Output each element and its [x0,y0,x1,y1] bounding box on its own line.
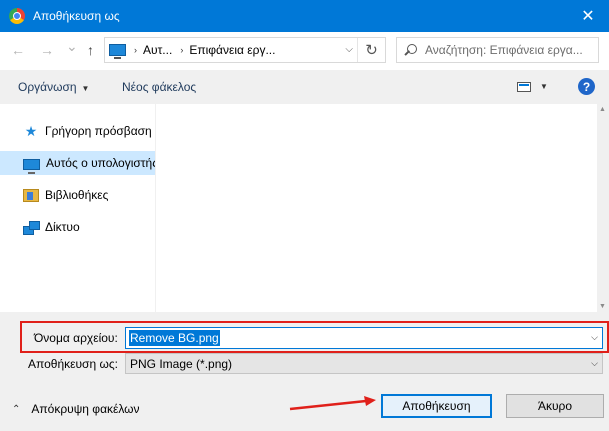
chevron-down-icon[interactable]: ⌵ [345,44,353,55]
hide-folders-toggle[interactable]: ⌃ Απόκρυψη φακέλων [12,402,140,416]
breadcrumb-item[interactable]: Αυτ... [143,43,172,57]
sidebar-item-label: Αυτός ο υπολογιστής [46,156,155,170]
organize-menu[interactable]: Οργάνωση ▼ [18,80,89,94]
scroll-down-icon[interactable]: ▼ [599,303,606,310]
dropdown-arrow-icon[interactable]: ▼ [540,82,548,91]
toolbar: Οργάνωση ▼ Νέος φάκελος ▼ ? [0,70,609,104]
organize-label: Οργάνωση [18,80,77,94]
computer-icon [23,158,40,174]
sidebar-item-libraries[interactable]: Βιβλιοθήκες [0,183,155,207]
forward-arrow-icon[interactable]: → [40,42,54,58]
save-as-type-value: PNG Image (*.png) [130,356,233,371]
sidebar-item-quick-access[interactable]: ★ Γρήγορη πρόσβαση [0,119,155,143]
search-box[interactable]: Αναζήτηση: Επιφάνεια εργα... [396,37,599,63]
chevron-up-icon: ⌃ [12,403,21,415]
filename-input[interactable]: Remove BG.png ⌵ [125,327,603,349]
refresh-icon[interactable]: ↻ [357,38,385,62]
title-bar: Αποθήκευση ως ✕ [0,0,609,32]
address-bar[interactable]: › Αυτ... › Επιφάνεια εργ... ⌵ ↻ [104,37,386,63]
dropdown-arrow-icon: ▼ [81,84,90,93]
sidebar-item-label: Δίκτυο [45,220,80,234]
save-button[interactable]: Αποθήκευση [381,394,492,418]
scroll-up-icon[interactable]: ▲ [599,106,606,113]
cancel-button[interactable]: Άκυρο [506,394,604,418]
annotation-arrow-icon [289,396,376,411]
sidebar-item-this-pc[interactable]: Αυτός ο υπολογιστής [0,151,155,175]
sidebar-item-network[interactable]: Δίκτυο [0,215,155,239]
save-form: Όνομα αρχείου: Remove BG.png ⌵ Αποθήκευσ… [0,312,609,431]
chevron-down-icon[interactable]: ⌵ [591,332,598,343]
libraries-icon [23,188,39,202]
save-as-type-label: Αποθήκευση ως: [28,357,118,371]
computer-icon [109,44,126,59]
new-folder-button[interactable]: Νέος φάκελος [122,80,196,94]
breadcrumb-item[interactable]: Επιφάνεια εργ... [189,43,275,57]
sidebar-item-label: Γρήγορη πρόσβαση [45,124,152,138]
up-arrow-icon[interactable]: ↑ [87,42,94,58]
close-icon[interactable]: ✕ [573,0,603,32]
breadcrumb-separator[interactable]: › [134,45,137,55]
search-icon [403,43,419,57]
vertical-scrollbar[interactable]: ▲ ▼ [597,104,609,312]
network-icon [23,220,40,235]
chevron-down-icon[interactable]: ⌵ [591,358,598,369]
file-list-pane[interactable] [156,104,597,312]
breadcrumb-separator[interactable]: › [180,45,183,55]
filename-value[interactable]: Remove BG.png [129,330,220,346]
back-arrow-icon[interactable]: ← [11,42,25,58]
search-placeholder: Αναζήτηση: Επιφάνεια εργα... [425,43,583,57]
navigation-pane: ★ Γρήγορη πρόσβαση Αυτός ο υπολογιστής Β… [0,104,155,312]
star-icon: ★ [24,123,38,139]
window-title: Αποθήκευση ως [33,9,120,23]
sidebar-item-label: Βιβλιοθήκες [45,188,109,202]
recent-locations-icon[interactable]: ⌄ [66,38,78,55]
view-options-icon[interactable] [517,82,531,92]
chrome-icon [9,8,25,24]
save-as-type-select[interactable]: PNG Image (*.png) ⌵ [125,353,603,374]
filename-label: Όνομα αρχείου: [34,331,118,345]
help-icon[interactable]: ? [578,78,595,95]
navigation-bar: ← → ⌄ ↑ › Αυτ... › Επιφάνεια εργ... ⌵ ↻ … [0,32,609,70]
hide-folders-label: Απόκρυψη φακέλων [31,402,140,416]
